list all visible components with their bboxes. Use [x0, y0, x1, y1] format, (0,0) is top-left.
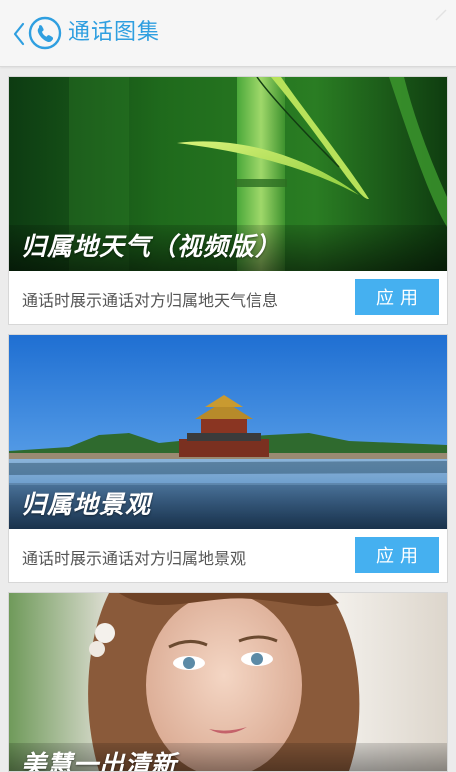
card-caption: 美慧一出清新: [21, 750, 178, 771]
card-description: 通话时展示通话对方归属地天气信息: [22, 291, 279, 310]
corner-decoration: [435, 9, 447, 21]
theme-card-landscape: 归属地景观 通话时展示通话对方归属地景观 应用: [8, 334, 448, 583]
chevron-left-icon: [13, 22, 25, 46]
card-footer: 通话时展示通话对方归属地景观 应用: [9, 529, 447, 583]
card-caption: 归属地景观: [21, 490, 152, 519]
app-header: 通话图集: [0, 0, 456, 67]
card-footer: 通话时展示通话对方归属地天气信息 应用: [9, 271, 447, 325]
card-caption: 归属地天气（视频版）: [21, 232, 282, 261]
apply-button[interactable]: 应用: [355, 537, 439, 573]
theme-card-weather: 归属地天气（视频版） 通话时展示通话对方归属地天气信息 应用: [8, 76, 448, 325]
landscape-preview-image: 归属地景观: [9, 335, 447, 529]
caption-band: 归属地天气（视频版）: [9, 225, 447, 271]
phone-icon: [28, 16, 62, 50]
weather-preview-image: 归属地天气（视频版）: [9, 77, 447, 271]
apply-button[interactable]: 应用: [355, 279, 439, 315]
caption-band: 美慧一出清新: [9, 743, 447, 771]
portrait-preview-image: 美慧一出清新: [9, 593, 447, 771]
back-button[interactable]: [8, 14, 64, 54]
theme-card-portrait: 美慧一出清新: [8, 592, 448, 772]
caption-band: 归属地景观: [9, 483, 447, 529]
page-title: 通话图集: [68, 20, 161, 45]
card-description: 通话时展示通话对方归属地景观: [22, 549, 247, 568]
